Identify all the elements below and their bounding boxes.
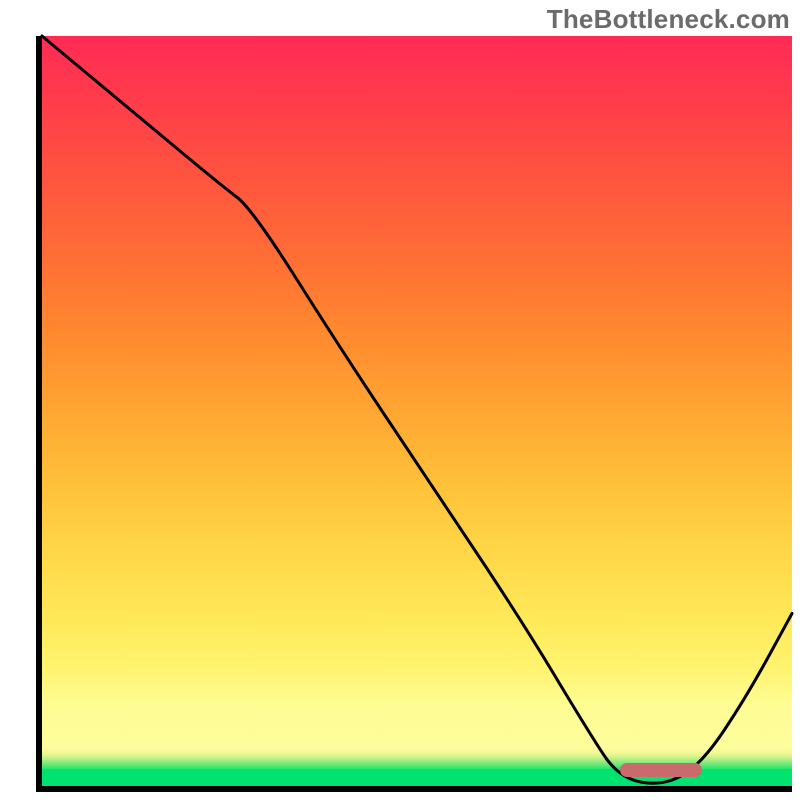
bottleneck-curve (42, 36, 792, 786)
curve-path (42, 36, 792, 783)
bottleneck-chart: TheBottleneck.com (0, 0, 800, 800)
watermark-text: TheBottleneck.com (547, 4, 790, 35)
optimal-range-marker (620, 763, 703, 777)
plot-area (36, 36, 792, 792)
